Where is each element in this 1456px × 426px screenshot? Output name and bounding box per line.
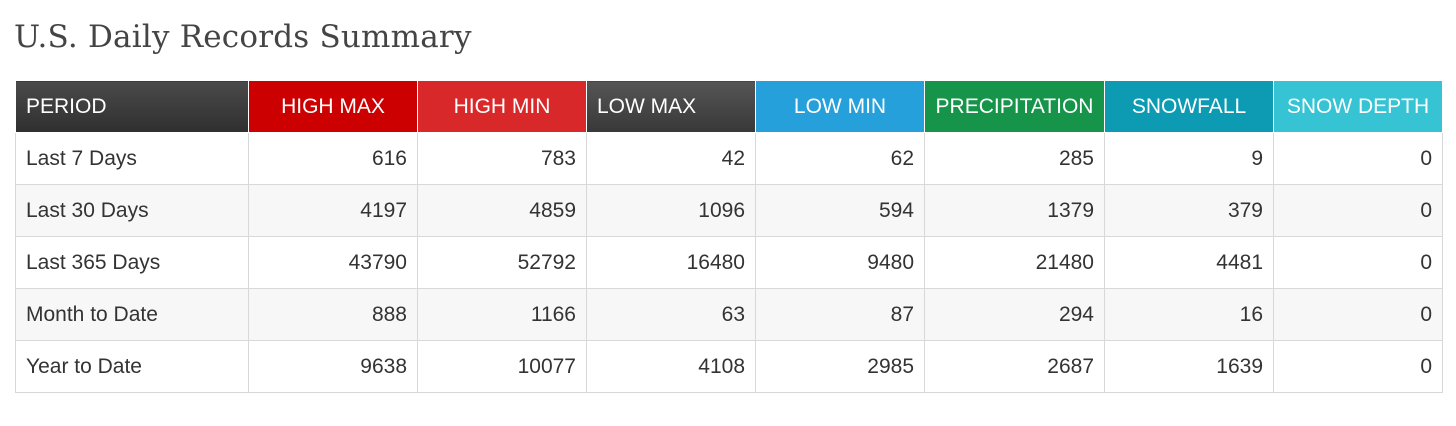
column-header-high-max: HIGH MAX [248, 80, 418, 133]
high-max-cell: 616 [248, 132, 418, 185]
snow-depth-cell: 0 [1273, 236, 1443, 289]
period-cell: Month to Date [15, 288, 249, 341]
high-max-cell: 9638 [248, 340, 418, 393]
low-max-cell: 1096 [586, 184, 756, 237]
period-cell: Last 365 Days [15, 236, 249, 289]
records-summary-table: PERIOD HIGH MAX HIGH MIN LOW MAX LOW MIN… [15, 80, 1443, 393]
snowfall-cell: 379 [1104, 184, 1274, 237]
table-header-row: PERIOD HIGH MAX HIGH MIN LOW MAX LOW MIN… [15, 80, 1443, 133]
high-max-cell: 888 [248, 288, 418, 341]
low-min-cell: 62 [755, 132, 925, 185]
page-title: U.S. Daily Records Summary [14, 19, 472, 55]
high-min-cell: 52792 [417, 236, 587, 289]
low-min-cell: 9480 [755, 236, 925, 289]
column-header-precipitation: PRECIPITATION [924, 80, 1105, 133]
high-min-cell: 1166 [417, 288, 587, 341]
low-max-cell: 16480 [586, 236, 756, 289]
snowfall-cell: 1639 [1104, 340, 1274, 393]
low-min-cell: 2985 [755, 340, 925, 393]
high-min-cell: 4859 [417, 184, 587, 237]
snowfall-cell: 9 [1104, 132, 1274, 185]
high-min-cell: 10077 [417, 340, 587, 393]
column-header-snowfall: SNOWFALL [1104, 80, 1274, 133]
precipitation-cell: 2687 [924, 340, 1105, 393]
precipitation-cell: 21480 [924, 236, 1105, 289]
snow-depth-cell: 0 [1273, 288, 1443, 341]
low-max-cell: 63 [586, 288, 756, 341]
high-min-cell: 783 [417, 132, 587, 185]
period-cell: Year to Date [15, 340, 249, 393]
snowfall-cell: 4481 [1104, 236, 1274, 289]
snowfall-cell: 16 [1104, 288, 1274, 341]
precipitation-cell: 1379 [924, 184, 1105, 237]
precipitation-cell: 285 [924, 132, 1105, 185]
precipitation-cell: 294 [924, 288, 1105, 341]
period-cell: Last 7 Days [15, 132, 249, 185]
table-row: Last 30 Days 4197 4859 1096 594 1379 379… [15, 184, 1443, 237]
snow-depth-cell: 0 [1273, 132, 1443, 185]
column-header-low-max: LOW MAX [586, 80, 756, 133]
table-row: Month to Date 888 1166 63 87 294 16 0 [15, 288, 1443, 341]
column-header-period: PERIOD [15, 80, 249, 133]
high-max-cell: 4197 [248, 184, 418, 237]
low-min-cell: 594 [755, 184, 925, 237]
low-max-cell: 4108 [586, 340, 756, 393]
high-max-cell: 43790 [248, 236, 418, 289]
column-header-high-min: HIGH MIN [417, 80, 587, 133]
table-row: Last 365 Days 43790 52792 16480 9480 214… [15, 236, 1443, 289]
column-header-snow-depth: SNOW DEPTH [1273, 80, 1443, 133]
table-row: Year to Date 9638 10077 4108 2985 2687 1… [15, 340, 1443, 393]
table-row: Last 7 Days 616 783 42 62 285 9 0 [15, 132, 1443, 185]
period-cell: Last 30 Days [15, 184, 249, 237]
snow-depth-cell: 0 [1273, 184, 1443, 237]
low-min-cell: 87 [755, 288, 925, 341]
snow-depth-cell: 0 [1273, 340, 1443, 393]
column-header-low-min: LOW MIN [755, 80, 925, 133]
low-max-cell: 42 [586, 132, 756, 185]
